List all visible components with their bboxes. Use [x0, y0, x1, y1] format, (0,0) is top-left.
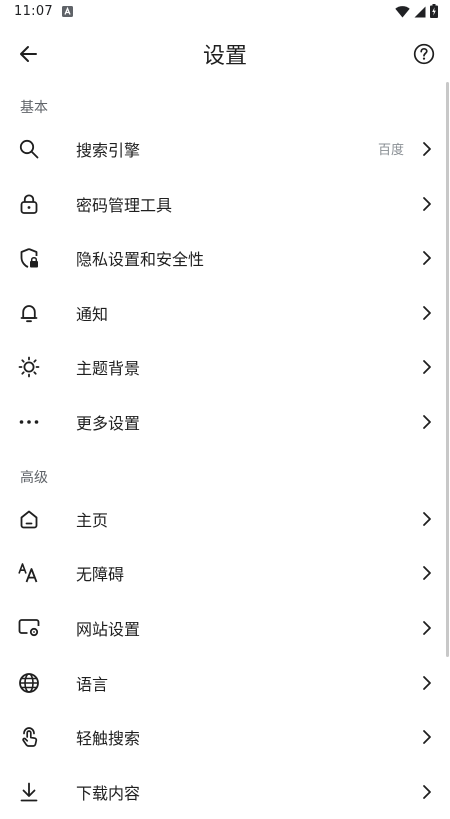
search-icon [16, 137, 42, 161]
status-bar: 11:07 [0, 0, 450, 24]
page-title: 设置 [202, 44, 247, 69]
setting-label: 密码管理工具 [76, 196, 173, 215]
text-size-icon [16, 561, 42, 585]
chevron-right-icon [423, 360, 431, 374]
battery-charging-icon [430, 4, 438, 18]
download-icon [16, 780, 42, 804]
setting-label: 下载内容 [76, 784, 141, 803]
setting-label: 主页 [76, 511, 109, 530]
scrollbar[interactable] [446, 82, 449, 657]
help-button[interactable] [410, 40, 438, 68]
status-time: 11:07 [14, 4, 53, 19]
setting-item-accessibility[interactable]: 无障碍 [0, 546, 446, 600]
setting-item-touch-search[interactable]: 轻触搜索 [0, 710, 446, 764]
chevron-right-icon [423, 415, 431, 429]
chevron-right-icon [423, 621, 431, 635]
chevron-right-icon [423, 142, 431, 156]
setting-item-search-engine[interactable]: 搜索引擎 百度 [0, 122, 446, 176]
status-icons [395, 4, 438, 18]
help-icon [413, 43, 435, 65]
setting-label: 隐私设置和安全性 [76, 250, 205, 269]
signal-icon [414, 6, 426, 17]
setting-item-privacy-security[interactable]: 隐私设置和安全性 [0, 231, 446, 285]
setting-label: 网站设置 [76, 620, 141, 639]
section-header-basic: 基本 [20, 100, 48, 116]
setting-item-homepage[interactable]: 主页 [0, 492, 446, 546]
lock-icon [16, 192, 42, 216]
setting-value: 百度 [377, 143, 404, 158]
chevron-right-icon [423, 566, 431, 580]
home-icon [16, 507, 42, 531]
setting-label: 主题背景 [76, 359, 141, 378]
chevron-right-icon [423, 197, 431, 211]
setting-label: 更多设置 [76, 414, 141, 433]
setting-item-theme[interactable]: 主题背景 [0, 340, 446, 394]
setting-label: 无障碍 [76, 565, 125, 584]
globe-icon [16, 671, 42, 695]
shield-lock-icon [16, 246, 42, 270]
setting-item-notifications[interactable]: 通知 [0, 286, 446, 340]
more-horiz-icon [16, 410, 42, 434]
brightness-icon [16, 355, 42, 379]
chevron-right-icon [423, 785, 431, 799]
chevron-right-icon [423, 676, 431, 690]
setting-item-password-manager[interactable]: 密码管理工具 [0, 177, 446, 231]
setting-item-downloads[interactable]: 下载内容 [0, 765, 446, 819]
bell-icon [16, 301, 42, 325]
setting-label: 搜索引擎 [76, 141, 141, 160]
setting-item-site-settings[interactable]: 网站设置 [0, 601, 446, 655]
app-bar: 设置 [0, 26, 450, 82]
notification-a-icon [62, 6, 73, 17]
setting-label: 语言 [76, 675, 109, 694]
chevron-right-icon [423, 306, 431, 320]
site-settings-icon [16, 616, 42, 640]
wifi-icon [395, 5, 410, 17]
section-header-advanced: 高级 [20, 470, 48, 486]
setting-item-languages[interactable]: 语言 [0, 656, 446, 710]
touch-icon [16, 725, 42, 749]
chevron-right-icon [423, 251, 431, 265]
chevron-right-icon [423, 730, 431, 744]
setting-label: 轻触搜索 [76, 729, 141, 748]
setting-label: 通知 [76, 305, 109, 324]
setting-item-more-settings[interactable]: 更多设置 [0, 395, 446, 449]
chevron-right-icon [423, 512, 431, 526]
